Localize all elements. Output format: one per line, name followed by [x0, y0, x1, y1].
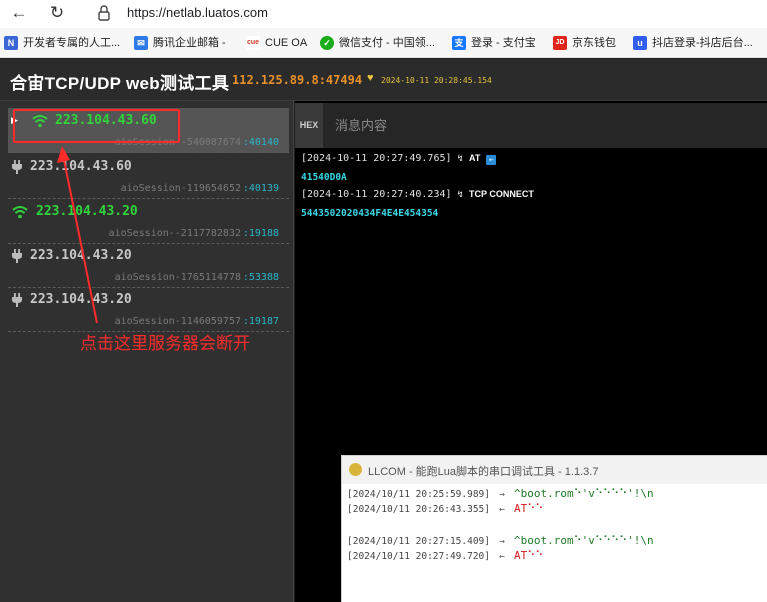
- bookmark-item[interactable]: JD 京东钱包: [553, 35, 616, 51]
- bookmark-item[interactable]: ✓ 微信支付 - 中国领...: [320, 35, 435, 51]
- bookmark-item[interactable]: N 开发者专属的人工...: [4, 35, 120, 51]
- plug-icon: [12, 293, 22, 307]
- session-ip: 223.104.43.60: [30, 159, 132, 174]
- session-item[interactable]: 223.104.43.60 aioSession-119654652 :4013…: [8, 154, 289, 199]
- log-entry-data: 5443502020434F4E4E454354: [301, 208, 439, 219]
- server-address: 112.125.89.8:47494: [232, 73, 363, 87]
- bookmark-item[interactable]: u 抖店登录-抖店后台...: [633, 35, 753, 51]
- browser-address-bar: ← ↻ https://netlab.luatos.com: [0, 0, 767, 28]
- heart-icon: ♥: [367, 72, 374, 84]
- serial-line: [2024/10/11 20:26:43.355] ← AT⠑⠑: [347, 502, 544, 515]
- log-entry-header: [2024-10-11 20:27:49.765] ↯ AT ←: [301, 153, 497, 165]
- llcom-logo-icon: [349, 463, 362, 476]
- lock-icon[interactable]: [97, 3, 111, 23]
- url-field[interactable]: https://netlab.luatos.com: [127, 5, 268, 20]
- session-port: :19188: [242, 228, 279, 239]
- plug-icon: [12, 249, 22, 263]
- message-input-row: HEX: [295, 103, 767, 148]
- session-name: aioSession-1146059757: [114, 316, 241, 327]
- plug-icon: ↯: [457, 190, 463, 200]
- ai-icon: N: [4, 36, 18, 50]
- session-ip: 223.104.43.20: [30, 248, 132, 263]
- serial-line: [2024/10/11 20:27:49.720] ← AT⠑⠑: [347, 549, 544, 562]
- session-port: :19187: [242, 316, 279, 327]
- plug-icon: [12, 160, 22, 174]
- back-arrow-icon[interactable]: ←: [8, 2, 30, 24]
- receive-arrow-icon: ←: [486, 155, 497, 165]
- session-item[interactable]: 223.104.43.20 aioSession--2117782832 :19…: [8, 199, 289, 244]
- app-header: 合宙TCP/UDP web测试工具 112.125.89.8:47494 ♥ 2…: [0, 59, 767, 101]
- bookmarks-bar: N 开发者专属的人工... ✉ 腾讯企业邮箱 - cue CUE OA ✓ 微信支付 -…: [0, 28, 767, 58]
- wifi-icon: [12, 206, 28, 219]
- plug-icon: ↯: [457, 154, 463, 164]
- session-item[interactable]: 223.104.43.20 aioSession-1765114778 :533…: [8, 243, 289, 288]
- log-entry-header: [2024-10-11 20:27:40.234] ↯ TCP CONNECT: [301, 189, 534, 200]
- session-port: :53388: [242, 272, 279, 283]
- session-ip: 223.104.43.20: [36, 204, 138, 219]
- session-ip: 223.104.43.20: [30, 292, 132, 307]
- bookmark-item[interactable]: ✉ 腾讯企业邮箱 -: [134, 35, 226, 51]
- jd-icon: JD: [553, 36, 567, 50]
- serial-line: [2024/10/11 20:25:59.989] → ^boot.rom⠑'v⠑⠑…: [347, 487, 654, 500]
- app-title: 合宙TCP/UDP web测试工具: [10, 74, 230, 93]
- session-item[interactable]: 223.104.43.20 aioSession-1146059757 :191…: [8, 287, 289, 332]
- hex-toggle-button[interactable]: HEX: [295, 103, 323, 148]
- session-port: :40139: [242, 183, 279, 194]
- server-time: 2024-10-11 20:28:45.154: [381, 76, 492, 85]
- doudian-icon: u: [633, 36, 647, 50]
- session-name: aioSession-1765114778: [114, 272, 241, 283]
- session-port: :40140: [242, 137, 279, 148]
- wechat-pay-icon: ✓: [320, 36, 334, 50]
- mail-icon: ✉: [134, 36, 148, 50]
- llcom-titlebar[interactable]: LLCOM - 能跑Lua脚本的串口调试工具 - 1.1.3.7: [342, 456, 767, 484]
- alipay-icon: 支: [452, 36, 466, 50]
- bookmark-item[interactable]: cue CUE OA: [246, 35, 307, 51]
- session-name: aioSession--2117782832: [108, 228, 241, 239]
- session-name: aioSession-119654652: [120, 183, 241, 194]
- message-input[interactable]: [324, 103, 767, 148]
- annotation-text: 点击这里服务器会断开: [80, 334, 250, 353]
- cue-icon: cue: [246, 36, 260, 50]
- annotation-box: [13, 109, 180, 143]
- llcom-title: LLCOM - 能跑Lua脚本的串口调试工具 - 1.1.3.7: [368, 466, 599, 478]
- reload-icon[interactable]: ↻: [46, 2, 68, 24]
- llcom-window: LLCOM - 能跑Lua脚本的串口调试工具 - 1.1.3.7 [2024/1…: [341, 455, 767, 602]
- log-entry-data: 41540D0A: [301, 172, 347, 183]
- serial-line: [2024/10/11 20:27:15.409] → ^boot.rom⠑'v⠑⠑…: [347, 534, 654, 547]
- bookmark-item[interactable]: 支登录 - 支付宝: [452, 35, 536, 51]
